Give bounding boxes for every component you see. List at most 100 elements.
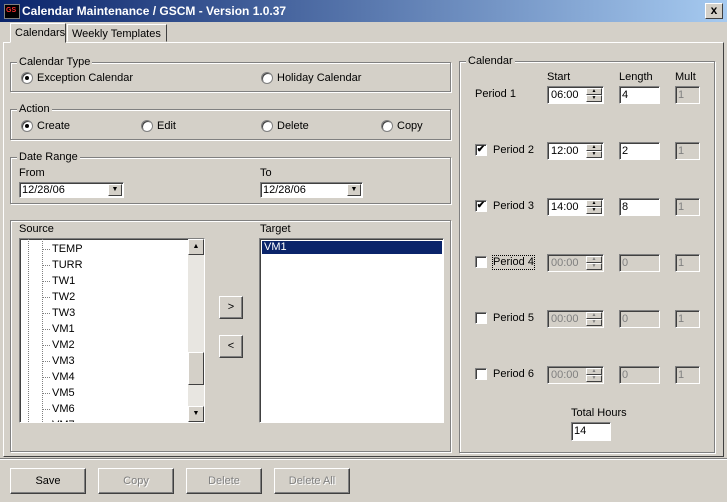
action-label: Action [17, 103, 52, 115]
spin-down-icon[interactable]: ▼ [586, 95, 602, 102]
period-4-checkbox[interactable] [475, 256, 487, 268]
spin-down-icon[interactable]: ▼ [586, 375, 602, 382]
period-2-start-spinner[interactable]: 12:00 ▲ ▼ [547, 142, 604, 160]
period-1-start-value: 06:00 [551, 89, 579, 101]
title-bar[interactable]: GS Calendar Maintenance / GSCM - Version… [0, 0, 727, 22]
target-list[interactable]: VM1 [259, 238, 444, 423]
period-2-checkbox[interactable]: ✔ [475, 144, 487, 156]
period-5-mult-field[interactable]: 1 [675, 310, 700, 328]
from-date-picker[interactable]: 12/28/06 ▼ [19, 182, 124, 198]
period-4-label: Period 4 [492, 255, 535, 270]
spin-up-icon[interactable]: ▲ [586, 144, 602, 151]
source-list-item[interactable]: TW3 [52, 306, 75, 320]
mult-header: Mult [675, 71, 696, 83]
calendar-type-group: Calendar Type Exception Calendar Holiday… [10, 56, 451, 92]
copy-button[interactable]: Copy [98, 468, 174, 494]
spin-up-icon[interactable]: ▲ [586, 256, 602, 263]
period-4-mult-field[interactable]: 1 [675, 254, 700, 272]
date-range-label: Date Range [17, 151, 80, 163]
copy-label: Copy [397, 120, 423, 132]
source-list-item[interactable]: VM2 [52, 338, 75, 352]
total-hours-field[interactable]: 14 [571, 422, 611, 441]
to-dropdown-arrow-icon[interactable]: ▼ [347, 184, 361, 196]
from-dropdown-arrow-icon[interactable]: ▼ [108, 184, 122, 196]
spin-down-icon[interactable]: ▼ [586, 151, 602, 158]
spin-up-icon[interactable]: ▲ [586, 312, 602, 319]
spin-up-icon[interactable]: ▲ [586, 88, 602, 95]
spin-down-icon[interactable]: ▼ [586, 319, 602, 326]
tree-connector [42, 329, 50, 330]
source-list-item[interactable]: VM3 [52, 354, 75, 368]
period-6-length-field[interactable]: 0 [619, 366, 660, 384]
period-5-start-spinner[interactable]: 00:00 ▲ ▼ [547, 310, 604, 328]
source-list-item[interactable]: TURR [52, 258, 83, 272]
create-label: Create [37, 120, 71, 132]
app-icon: GS [4, 4, 20, 19]
period-3-length-field[interactable]: 8 [619, 198, 660, 216]
period-1-mult-field[interactable]: 1 [675, 86, 700, 104]
period-5-start-value: 00:00 [551, 313, 579, 325]
to-date-value: 12/28/06 [263, 184, 306, 196]
action-group: Action Create Edit Delete Copy [10, 103, 451, 140]
create-radio[interactable] [21, 120, 33, 132]
add-to-target-button[interactable]: > [219, 296, 243, 319]
tab-calendars[interactable]: Calendars [10, 23, 66, 43]
spin-up-icon[interactable]: ▲ [586, 200, 602, 207]
spin-down-icon[interactable]: ▼ [586, 207, 602, 214]
period-5-checkbox[interactable] [475, 312, 487, 324]
remove-from-target-button[interactable]: < [219, 335, 243, 358]
scroll-thumb[interactable] [188, 352, 204, 385]
target-label: Target [260, 223, 291, 235]
period-3-checkbox[interactable]: ✔ [475, 200, 487, 212]
source-list-item[interactable]: VM1 [52, 322, 75, 336]
source-scrollbar[interactable]: ▲ ▼ [188, 239, 204, 422]
period-6-mult-field[interactable]: 1 [675, 366, 700, 384]
length-header: Length [619, 71, 653, 83]
period-4-start-value: 00:00 [551, 257, 579, 269]
period-3-start-spinner[interactable]: 14:00 ▲ ▼ [547, 198, 604, 216]
period-3-start-value: 14:00 [551, 201, 579, 213]
delete-radio[interactable] [261, 120, 273, 132]
source-list-item[interactable]: VM5 [52, 386, 75, 400]
spin-down-icon[interactable]: ▼ [586, 263, 602, 270]
source-tree[interactable]: TEMP TURR TW1 TW2 TW3 VM1 VM2 VM3 VM4 VM5 VM6 VM7 ▲… [19, 238, 205, 423]
period-6-start-spinner[interactable]: 00:00 ▲ ▼ [547, 366, 604, 384]
edit-radio[interactable] [141, 120, 153, 132]
source-list-item[interactable]: VM4 [52, 370, 75, 384]
scroll-down-icon[interactable]: ▼ [188, 406, 204, 422]
period-1-length-field[interactable]: 4 [619, 86, 660, 104]
target-list-item[interactable]: VM1 [262, 241, 442, 254]
save-button[interactable]: Save [10, 468, 86, 494]
source-list-item[interactable]: VM6 [52, 402, 75, 416]
spin-up-icon[interactable]: ▲ [586, 368, 602, 375]
delete-all-button[interactable]: Delete All [274, 468, 350, 494]
tree-connector [42, 297, 50, 298]
period-2-mult-field[interactable]: 1 [675, 142, 700, 160]
source-list-item[interactable]: TW1 [52, 274, 75, 288]
source-list-item[interactable]: VM7 [52, 418, 75, 422]
calendar-type-label: Calendar Type [17, 56, 93, 68]
period-3-mult-field[interactable]: 1 [675, 198, 700, 216]
from-label: From [19, 167, 45, 179]
calendar-label: Calendar [466, 55, 515, 67]
period-1-start-spinner[interactable]: 06:00 ▲ ▼ [547, 86, 604, 104]
period-4-length-field[interactable]: 0 [619, 254, 660, 272]
tree-connector [42, 265, 50, 266]
delete-button[interactable]: Delete [186, 468, 262, 494]
copy-radio[interactable] [381, 120, 393, 132]
holiday-calendar-radio[interactable] [261, 72, 273, 84]
close-button[interactable]: x [705, 3, 723, 19]
period-1-label: Period 1 [475, 88, 516, 100]
period-2-length-field[interactable]: 2 [619, 142, 660, 160]
to-date-picker[interactable]: 12/28/06 ▼ [260, 182, 363, 198]
tab-weekly-templates[interactable]: Weekly Templates [67, 24, 167, 42]
source-list-item[interactable]: TW2 [52, 290, 75, 304]
source-list-item[interactable]: TEMP [52, 242, 83, 256]
exception-calendar-label: Exception Calendar [37, 72, 134, 84]
period-6-checkbox[interactable] [475, 368, 487, 380]
scroll-up-icon[interactable]: ▲ [188, 239, 204, 255]
to-label: To [260, 167, 272, 179]
exception-calendar-radio[interactable] [21, 72, 33, 84]
period-5-length-field[interactable]: 0 [619, 310, 660, 328]
period-4-start-spinner[interactable]: 00:00 ▲ ▼ [547, 254, 604, 272]
